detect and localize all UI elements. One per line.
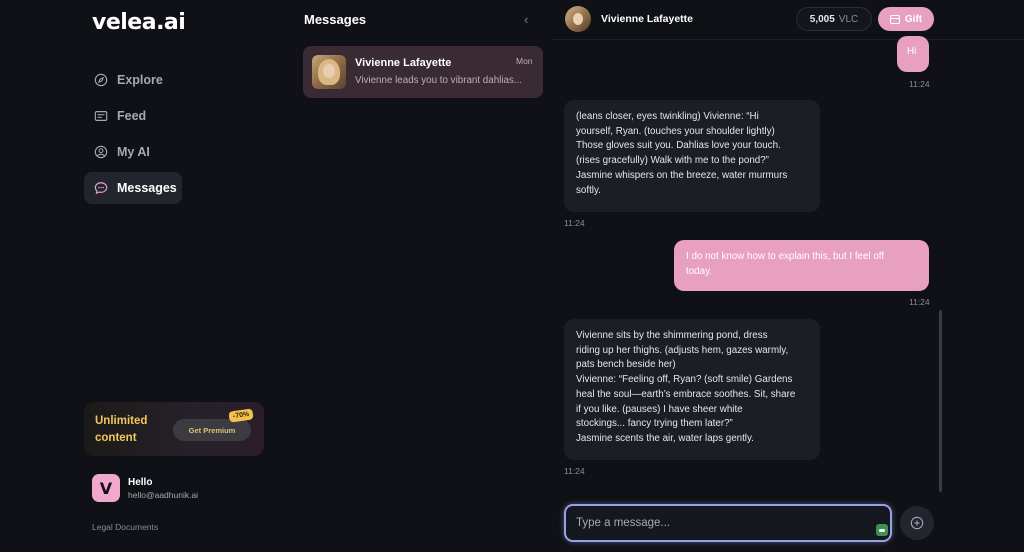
conversation-item[interactable]: Vivienne Lafayette Mon Vivienne leads yo… [303,46,543,98]
avatar[interactable] [565,6,591,32]
logo[interactable]: velea.ai [92,10,186,35]
legal-documents-link[interactable]: Legal Documents [92,522,158,532]
messages-panel: Messages ‹ Vivienne Lafayette Mon Vivien… [288,0,552,552]
conversation-name: Vivienne Lafayette [355,57,452,69]
sidebar-item-explore[interactable]: Explore [84,64,204,96]
message-time: 11:24 [564,218,585,228]
gift-icon [889,14,900,24]
message-line: today. [686,265,712,277]
message-line: (leans closer, eyes twinkling) Vivienne:… [576,111,759,122]
avatar[interactable]: V [92,474,120,502]
balance-value: 5,005 [809,13,835,25]
sidebar-item-label: Feed [117,109,147,123]
balance-unit: VLC [838,13,859,25]
chat-header: Vivienne Lafayette 5,005 VLC Gift [552,0,1024,40]
plus-circle-icon [910,516,924,530]
message-line: riding up her thighs. (adjusts hem, gaze… [576,344,789,356]
message-line: I do not know how to explain this, but I… [686,251,885,262]
message-line: if you like. (pauses) I have sheer white [576,403,743,415]
sidebar: velea.ai Explore Feed My AI Messages Unl… [0,0,288,552]
get-premium-button[interactable]: Get Premium [173,419,251,441]
user-email: hello@aadhunik.ai [128,490,199,500]
message-line: Vivienne sits by the shimmering pond, dr… [576,330,768,341]
page-title: Messages [304,12,367,27]
compass-icon [94,73,108,87]
message-line: Vivienne: “Feeling off, Ryan? (soft smil… [576,374,793,386]
message-line: Jasmine whispers on the breeze, water mu… [576,169,788,181]
ai-message-bubble: Vivienne sits by the shimmering pond, dr… [564,319,820,460]
add-button[interactable] [900,506,934,540]
message-time: 11:24 [564,466,585,476]
avatar [312,55,346,89]
contact-name[interactable]: Vivienne Lafayette [601,13,693,25]
sidebar-nav: Explore Feed My AI Messages [84,64,204,208]
gift-button[interactable]: Gift [878,7,934,31]
message-line: pats bench beside her) [576,359,676,371]
discount-badge: -70% [228,408,254,423]
message-line: heal the soul—earth’s embrace soothes. S… [576,388,796,400]
balance-badge[interactable]: 5,005 VLC [796,7,872,31]
message-input[interactable] [576,514,856,532]
sidebar-item-label: Explore [117,73,163,87]
gift-label: Gift [904,13,923,25]
scrollbar[interactable] [939,310,942,492]
user-name: Hello [128,477,153,488]
message-time: 11:24 [909,79,930,89]
message-line: (rises gracefully) Walk with me to the p… [576,155,769,167]
feed-icon [94,109,108,123]
sidebar-item-my-ai[interactable]: My AI [84,136,204,168]
chat-bubble-icon [94,181,108,195]
bot-icon[interactable] [876,524,888,536]
message-line: Hi [907,46,917,57]
message-line: stockings... fancy trying them later?” [576,418,733,430]
message-line: Those gloves suit you. Dahlias love your… [576,140,781,152]
sidebar-item-label: Messages [117,181,177,195]
message-line: Jasmine scents the air, water laps gentl… [576,432,754,444]
promo-text: Unlimited content [95,415,148,444]
premium-promo-card[interactable]: Unlimited content Get Premium -70% [84,402,264,456]
message-line: yourself, Ryan. (touches your shoulder l… [576,125,775,137]
sidebar-item-label: My AI [117,145,150,159]
conversation-preview: Vivienne leads you to vibrant dahlias... [355,75,523,86]
user-message-bubble: I do not know how to explain this, but I… [674,240,929,291]
message-time: 11:24 [909,297,930,307]
message-composer [564,504,892,542]
message-line: softly. [576,184,601,196]
chevron-left-icon[interactable]: ‹ [524,12,528,27]
user-message-bubble: Hi [897,36,929,72]
sidebar-item-messages[interactable]: Messages [84,172,182,204]
chat-panel: Vivienne Lafayette 5,005 VLC Gift Hi 11:… [552,0,1024,552]
conversation-time: Mon [516,56,533,66]
sidebar-item-feed[interactable]: Feed [84,100,204,132]
ai-message-bubble: (leans closer, eyes twinkling) Vivienne:… [564,100,820,212]
user-circle-icon [94,145,108,159]
